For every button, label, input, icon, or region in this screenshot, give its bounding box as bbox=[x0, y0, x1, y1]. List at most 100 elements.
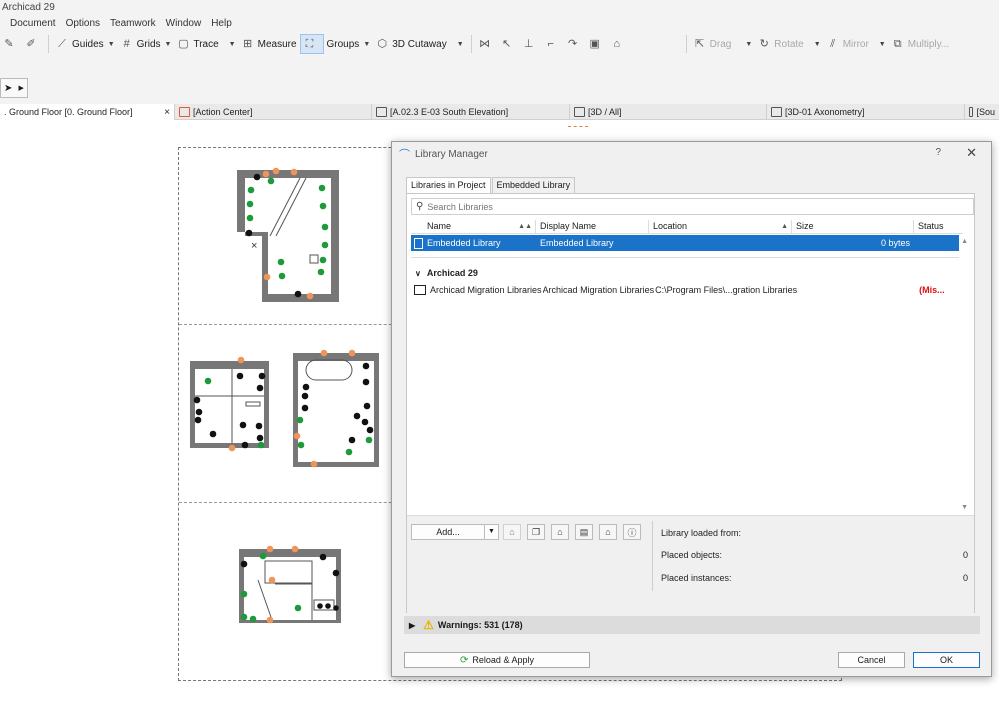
column-name[interactable]: Name ▲▲ bbox=[423, 220, 536, 233]
scroll-down-icon[interactable]: ▼ bbox=[961, 504, 968, 511]
eyedropper-button[interactable]: ✐ bbox=[22, 34, 44, 54]
search-input[interactable] bbox=[427, 201, 948, 212]
fillet-button[interactable]: ⌐ bbox=[542, 34, 564, 54]
duplicate-icon: ❐ bbox=[531, 526, 541, 537]
remove-library-button[interactable]: ⌂ bbox=[503, 524, 521, 540]
add-library-button[interactable]: Add... ▼ bbox=[411, 524, 499, 540]
view-tabs: . Ground Floor [0. Ground Floor] × [Acti… bbox=[0, 104, 999, 120]
tab-south[interactable]: [Sou bbox=[965, 104, 999, 120]
cancel-button[interactable]: Cancel bbox=[838, 652, 905, 668]
reload-apply-button[interactable]: ⟳ Reload & Apply bbox=[404, 652, 590, 668]
tab-libraries-in-project[interactable]: Libraries in Project bbox=[406, 177, 491, 193]
drag-button[interactable]: ⇱ Drag ▼ bbox=[691, 34, 756, 54]
search-box: ⚲ bbox=[411, 198, 974, 215]
mirror-button[interactable]: ⫽ Mirror ▼ bbox=[824, 34, 889, 54]
floor-plan-1: × bbox=[237, 167, 339, 302]
library-report-button[interactable]: ▤ bbox=[575, 524, 593, 540]
explode-button[interactable]: ▣ bbox=[586, 34, 608, 54]
placed-instances-label: Placed instances: bbox=[661, 573, 732, 583]
chevron-down-icon[interactable]: ▼ bbox=[879, 41, 886, 48]
chevron-right-icon: ▶ bbox=[18, 85, 24, 92]
menu-help[interactable]: Help bbox=[206, 17, 237, 31]
menu-teamwork[interactable]: Teamwork bbox=[105, 17, 161, 31]
split-button[interactable]: ⋈ bbox=[476, 34, 498, 54]
placed-objects-label: Placed objects: bbox=[661, 550, 723, 560]
column-display-name[interactable]: Display Name bbox=[536, 220, 649, 233]
dialog-tabs: Libraries in Project Embedded Library bbox=[406, 177, 576, 193]
group-divider bbox=[411, 257, 959, 258]
tab-action-center[interactable]: [Action Center] bbox=[175, 104, 372, 120]
chevron-down-icon[interactable]: ▼ bbox=[484, 525, 498, 539]
chevron-down-icon[interactable]: ▼ bbox=[108, 41, 115, 48]
arrow-cursor-icon: ➤ bbox=[4, 82, 13, 94]
library-bundle-button[interactable]: ⌂ bbox=[599, 524, 617, 540]
guides-icon: ⟋ bbox=[58, 38, 66, 50]
guides-button[interactable]: ⟋ Guides ▼ bbox=[53, 34, 118, 54]
tab-axonometry[interactable]: [3D-01 Axonometry] bbox=[767, 104, 965, 120]
column-status[interactable]: Status bbox=[914, 220, 963, 233]
curve-button[interactable]: ↷ bbox=[564, 34, 586, 54]
cutaway-button[interactable]: ⬡ 3D Cutaway ▼ bbox=[373, 34, 466, 54]
cutaway-icon: ⬡ bbox=[377, 38, 388, 50]
table-row-selected[interactable]: Embedded Library Embedded Library 0 byte… bbox=[411, 235, 959, 251]
tab-label: [A.02.3 E-03 South Elevation] bbox=[390, 107, 509, 117]
chevron-down-icon[interactable]: ▼ bbox=[457, 41, 464, 48]
rotate-label: Rotate bbox=[774, 38, 804, 50]
measure-button[interactable]: ⊞ Measure bbox=[239, 34, 300, 54]
rotate-icon: ↻ bbox=[759, 38, 769, 50]
cell-display-name: Embedded Library bbox=[540, 238, 614, 248]
placed-objects-value: 0 bbox=[962, 550, 968, 560]
trace-icon: ▢ bbox=[178, 38, 189, 50]
close-icon[interactable]: ✕ bbox=[966, 145, 977, 161]
tab-south-elevation[interactable]: [A.02.3 E-03 South Elevation] bbox=[372, 104, 570, 120]
groups-button[interactable]: ⛶ bbox=[299, 34, 324, 54]
roof-button[interactable]: ⌂ bbox=[608, 34, 630, 54]
rotate-button[interactable]: ↻ Rotate ▼ bbox=[755, 34, 823, 54]
toolbar-separator bbox=[470, 35, 472, 53]
pen-tool-button[interactable]: ✎ bbox=[0, 34, 22, 54]
menu-options[interactable]: Options bbox=[61, 17, 105, 31]
table-row[interactable]: Archicad Migration Libraries Archicad Mi… bbox=[411, 282, 959, 298]
explode-icon: ▣ bbox=[589, 38, 600, 50]
measure-label: Measure bbox=[257, 38, 297, 50]
group-header[interactable]: ∨ Archicad 29 bbox=[415, 268, 478, 278]
close-icon[interactable]: × bbox=[136, 107, 170, 118]
column-label: Name bbox=[427, 221, 452, 231]
ruler-icon: ⊞ bbox=[243, 38, 253, 50]
dialog-titlebar[interactable]: ⌒ Library Manager bbox=[392, 142, 991, 166]
info-icon: ⓘ bbox=[627, 527, 637, 538]
adjust-button[interactable]: ↖ bbox=[498, 34, 520, 54]
group-label: Archicad 29 bbox=[426, 268, 478, 278]
chevron-down-icon[interactable]: ▼ bbox=[229, 41, 236, 48]
cell-status: (Mis... bbox=[919, 285, 945, 295]
sort-arrow-icon: ▲ bbox=[781, 223, 788, 230]
arrow-tool-button[interactable]: ➤ ▶ bbox=[0, 78, 28, 98]
tab-embedded-library[interactable]: Embedded Library bbox=[491, 177, 576, 193]
tab-3d-all[interactable]: [3D / All] bbox=[570, 104, 767, 120]
search-icon: ⚲ bbox=[416, 201, 424, 212]
scroll-up-icon[interactable]: ▲ bbox=[961, 238, 968, 245]
chevron-down-icon[interactable]: ▼ bbox=[165, 41, 172, 48]
groups-menu[interactable]: Groups ▼ bbox=[324, 34, 374, 54]
duplicate-library-button[interactable]: ❐ bbox=[527, 524, 545, 540]
info-button[interactable]: ⓘ bbox=[623, 524, 641, 540]
column-size[interactable]: Size bbox=[792, 220, 914, 233]
multiply-button[interactable]: ⧉ Multiply... bbox=[889, 34, 953, 54]
warnings-panel[interactable]: ▶ ⚠ Warnings: 531 (178) bbox=[404, 616, 980, 634]
menu-document[interactable]: Document bbox=[0, 17, 61, 31]
chevron-down-icon[interactable]: ▼ bbox=[745, 41, 752, 48]
cell-name: Embedded Library bbox=[427, 238, 501, 248]
column-location[interactable]: Location ▲ bbox=[649, 220, 792, 233]
column-label: Status bbox=[918, 221, 944, 231]
grids-button[interactable]: # Grids ▼ bbox=[118, 34, 175, 54]
ok-button[interactable]: OK bbox=[913, 652, 980, 668]
chevron-down-icon[interactable]: ▼ bbox=[363, 41, 370, 48]
trace-button[interactable]: ▢ Trace ▼ bbox=[174, 34, 238, 54]
library-settings-button[interactable]: ⌂ bbox=[551, 524, 569, 540]
chevron-down-icon[interactable]: ▼ bbox=[814, 41, 821, 48]
multiply-icon: ⧉ bbox=[893, 38, 902, 50]
tab-ground-floor[interactable]: . Ground Floor [0. Ground Floor] × bbox=[0, 104, 175, 120]
menu-window[interactable]: Window bbox=[161, 17, 207, 31]
help-button[interactable]: ? bbox=[935, 147, 941, 158]
elevate-button[interactable]: ⊥ bbox=[520, 34, 542, 54]
